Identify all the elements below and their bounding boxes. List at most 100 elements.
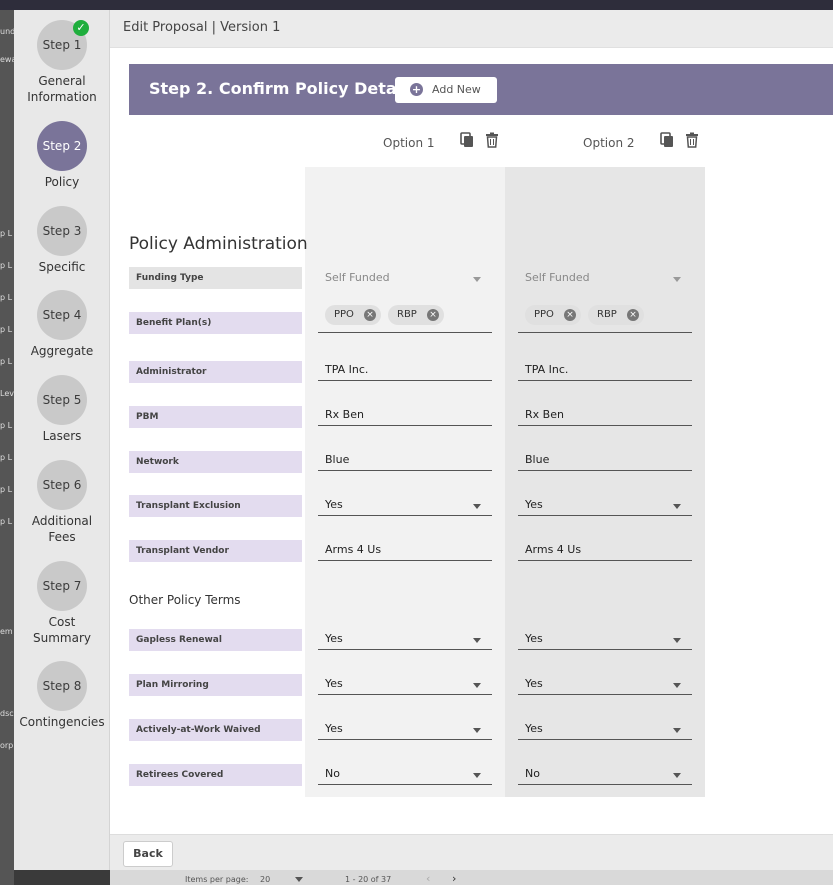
remove-chip-icon[interactable]: × xyxy=(427,309,439,321)
actively-at-work-select-2[interactable]: Yes xyxy=(518,718,692,740)
trash-icon[interactable] xyxy=(484,132,500,148)
row-label-actively-at-work-waived: Actively-at-Work Waived xyxy=(129,719,302,741)
remove-chip-icon[interactable]: × xyxy=(627,309,639,321)
transplant-vendor-input-1[interactable]: Arms 4 Us xyxy=(318,539,492,561)
step-title: Step 2. Confirm Policy Details xyxy=(149,79,418,98)
row-label-funding-type: Funding Type xyxy=(129,267,302,289)
step-5[interactable]: Step 5 Lasers xyxy=(14,375,110,444)
network-input-1[interactable]: Blue xyxy=(318,449,492,471)
chevron-down-icon xyxy=(473,638,481,643)
field-value: Yes xyxy=(325,722,343,735)
chip-label: RBP xyxy=(597,309,617,320)
plan-mirroring-select-2[interactable]: Yes xyxy=(518,673,692,695)
step-3-number: Step 3 xyxy=(42,224,82,238)
field-value: Yes xyxy=(325,498,343,511)
chevron-down-icon xyxy=(673,277,681,282)
step-3[interactable]: Step 3 Specific xyxy=(14,206,110,275)
step-1-label: General Information xyxy=(27,74,97,104)
trash-icon[interactable] xyxy=(684,132,700,148)
field-value: No xyxy=(325,767,340,780)
option-1-label: Option 1 xyxy=(383,136,435,150)
gapless-renewal-select-1[interactable]: Yes xyxy=(318,628,492,650)
items-per-page-label: Items per page: xyxy=(185,875,249,884)
step-5-number: Step 5 xyxy=(42,393,82,407)
step-7-number: Step 7 xyxy=(42,579,82,593)
funding-type-select-1: Self Funded xyxy=(318,267,492,289)
field-value: Yes xyxy=(525,722,543,735)
network-input-2[interactable]: Blue xyxy=(518,449,692,471)
copy-icon[interactable] xyxy=(459,132,475,148)
field-value: Yes xyxy=(325,632,343,645)
prev-page-icon: ‹ xyxy=(426,872,431,885)
field-value: Self Funded xyxy=(325,271,390,284)
step-header: Step 2. Confirm Policy Details + Add New xyxy=(129,64,833,115)
transplant-vendor-input-2[interactable]: Arms 4 Us xyxy=(518,539,692,561)
chip-rbp: RBP × xyxy=(388,305,444,325)
add-new-label: Add New xyxy=(432,83,481,96)
plan-mirroring-select-1[interactable]: Yes xyxy=(318,673,492,695)
step-6-label: Additional Fees xyxy=(31,514,93,544)
step-6[interactable]: Step 6 Additional Fees xyxy=(14,460,110,545)
modal-title: Edit Proposal | Version 1 xyxy=(123,20,281,35)
section-title-policy-administration: Policy Administration xyxy=(129,234,308,254)
check-icon: ✓ xyxy=(73,20,89,36)
step-7-label: Cost Summary xyxy=(33,615,91,645)
add-new-button[interactable]: + Add New xyxy=(395,77,497,103)
step-2[interactable]: Step 2 Policy xyxy=(14,121,110,190)
retirees-covered-select-2[interactable]: No xyxy=(518,763,692,785)
step-2-number: Step 2 xyxy=(42,139,82,153)
remove-chip-icon[interactable]: × xyxy=(364,309,376,321)
step-1[interactable]: Step 1 ✓ General Information xyxy=(14,20,110,105)
row-label-plan-mirroring: Plan Mirroring xyxy=(129,674,302,696)
chevron-down-icon xyxy=(673,638,681,643)
step-8[interactable]: Step 8 Contingencies xyxy=(14,661,110,730)
benefit-plans-chips-2[interactable]: PPO × RBP × xyxy=(518,302,692,333)
chevron-down-icon xyxy=(473,773,481,778)
field-value: Blue xyxy=(325,453,350,466)
step-1-number: Step 1 xyxy=(42,38,82,52)
step-sidebar: Step 1 ✓ General Information Step 2 Poli… xyxy=(14,10,110,870)
step-1-circle: Step 1 ✓ xyxy=(37,20,89,70)
funding-type-select-2: Self Funded xyxy=(518,267,692,289)
step-5-circle: Step 5 xyxy=(37,375,87,425)
field-value: Arms 4 Us xyxy=(525,543,582,556)
transplant-exclusion-select-1[interactable]: Yes xyxy=(318,494,492,516)
option-2-column xyxy=(505,167,705,797)
app-topbar xyxy=(0,0,833,10)
administrator-input-1[interactable]: TPA Inc. xyxy=(318,359,492,381)
benefit-plans-chips-1[interactable]: PPO × RBP × xyxy=(318,302,492,333)
field-value: Yes xyxy=(325,677,343,690)
step-7[interactable]: Step 7 Cost Summary xyxy=(14,561,110,646)
transplant-exclusion-select-2[interactable]: Yes xyxy=(518,494,692,516)
back-button[interactable]: Back xyxy=(123,841,173,867)
step-3-label: Specific xyxy=(38,260,86,274)
row-label-retirees-covered: Retirees Covered xyxy=(129,764,302,786)
plus-icon: + xyxy=(410,83,423,96)
option-1-column xyxy=(305,167,505,797)
field-value: Rx Ben xyxy=(325,408,364,421)
step-4[interactable]: Step 4 Aggregate xyxy=(14,290,110,359)
actively-at-work-select-1[interactable]: Yes xyxy=(318,718,492,740)
items-per-page-value: 20 xyxy=(260,875,271,884)
row-label-pbm: PBM xyxy=(129,406,302,428)
field-value: Arms 4 Us xyxy=(325,543,382,556)
copy-icon[interactable] xyxy=(659,132,675,148)
pbm-input-2[interactable]: Rx Ben xyxy=(518,404,692,426)
pbm-input-1[interactable]: Rx Ben xyxy=(318,404,492,426)
retirees-covered-select-1[interactable]: No xyxy=(318,763,492,785)
row-label-transplant-vendor: Transplant Vendor xyxy=(129,540,302,562)
chevron-down-icon xyxy=(673,773,681,778)
step-6-circle: Step 6 xyxy=(37,460,87,510)
modal-footer: Back xyxy=(110,834,833,870)
remove-chip-icon[interactable]: × xyxy=(564,309,576,321)
chevron-down-icon xyxy=(473,277,481,282)
chevron-down-icon xyxy=(473,728,481,733)
main-panel: Edit Proposal | Version 1 Step 2. Confir… xyxy=(110,10,833,870)
gapless-renewal-select-2[interactable]: Yes xyxy=(518,628,692,650)
administrator-input-2[interactable]: TPA Inc. xyxy=(518,359,692,381)
field-value: Blue xyxy=(525,453,550,466)
chip-ppo: PPO × xyxy=(525,305,581,325)
items-per-page-caret-icon xyxy=(295,877,303,882)
field-value: Self Funded xyxy=(525,271,590,284)
chevron-down-icon xyxy=(673,504,681,509)
